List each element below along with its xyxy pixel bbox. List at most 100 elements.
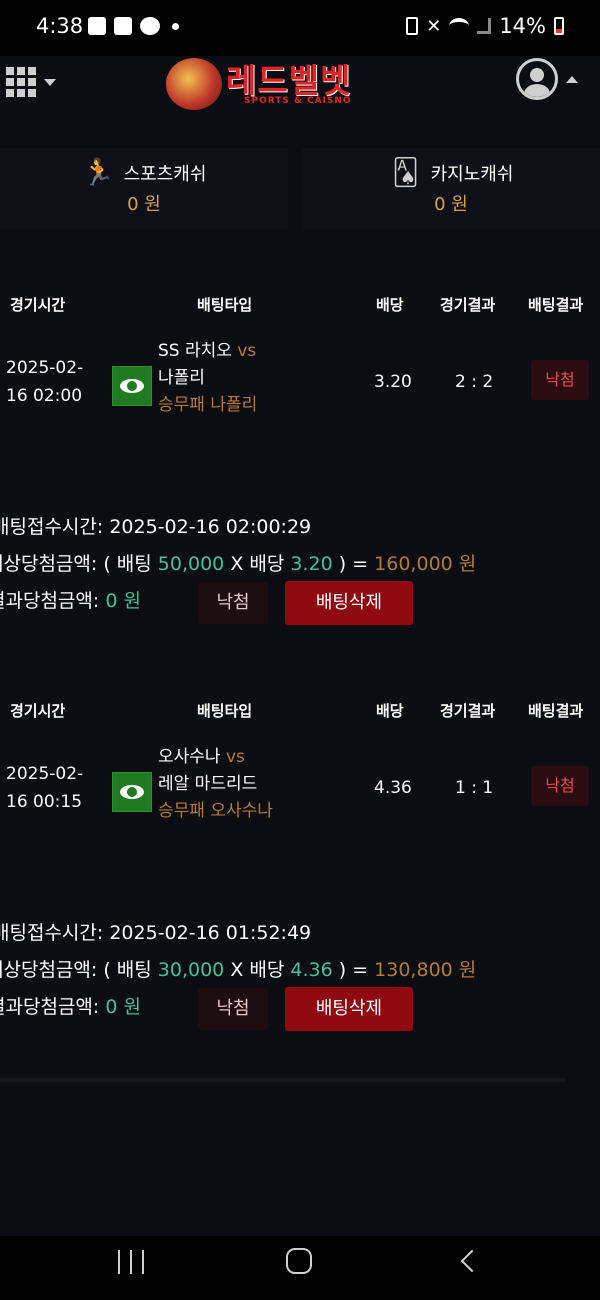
cloud-icon [140,17,160,35]
alert-icon [114,17,132,35]
actual-amount-label: 결과당첨금액: [0,996,100,1018]
expected-odds-value: 3.20 [290,553,333,575]
bet-pick: 승무패 오사수나 [158,801,273,821]
eye-icon [120,379,144,393]
away-team: 레알 마드리드 [158,774,258,794]
col-score: 경기결과 [440,296,496,314]
match-date-line1: 2025-02- [6,764,84,784]
stake-value: 50,000 [157,553,225,575]
equals-label: ) = [338,959,369,981]
expected-amount-value: 160,000 원 [374,553,477,575]
home-icon[interactable] [286,1248,312,1274]
equals-label: ) = [338,553,369,575]
chevron-down-icon [44,78,56,86]
status-left-icons [88,17,179,35]
app-content: 레드벨벳 SPORTS & CAISNO 🏃 스포츠캐쉬 0 원 🂡 카지노캐쉬… [0,56,600,1236]
col-result: 배팅결과 [528,702,584,720]
profile-button[interactable] [516,58,578,100]
table-header: 경기시간 배팅타입 배당 경기결과 배팅결과 [0,686,600,736]
stake-value: 30,000 [157,959,225,981]
accept-time-value: 2025-02-16 01:52:49 [109,922,312,944]
site-logo[interactable]: 레드벨벳 SPORTS & CAISNO [166,56,366,112]
col-time: 경기시간 [10,702,66,720]
grid-icon [6,67,36,97]
home-team: 오사수나 [158,747,221,767]
cards-icon: 🂡 [392,158,419,188]
dot-icon [172,22,179,30]
match-date: 2025-02- 16 00:15 [6,760,83,816]
runner-icon: 🏃 [82,158,115,188]
x-odds-label: X 배당 [230,553,285,575]
actual-amount-value: 0 원 [105,590,141,612]
table-header: 경기시간 배팅타입 배당 경기결과 배팅결과 [0,280,600,330]
mute-icon: ✕ [426,15,442,37]
col-result: 배팅결과 [528,296,584,314]
accept-time-label: 배팅접수시간: [0,922,104,944]
battery-percent: 14% [499,14,546,38]
actual-amount-line: 결과당첨금액: 0 원 [0,992,141,1019]
expected-odds-value: 4.36 [290,959,333,981]
odds-value: 3.20 [374,372,412,392]
user-avatar-icon [516,58,558,100]
lose-button[interactable]: 낙첨 [198,988,268,1030]
actual-amount-label: 결과당첨금액: [0,590,100,612]
menu-grid-button[interactable] [6,64,62,100]
delete-bet-button[interactable]: 배팅삭제 [285,987,413,1031]
casino-cash-label: 카지노캐쉬 [430,164,514,185]
expected-amount-line: 예상당첨금액: ( 배팅 50,000 X 배당 3.20 ) = 160,00… [0,549,476,576]
wifi-icon [449,18,470,34]
recent-apps-icon[interactable] [118,1250,144,1274]
signal-icon [477,18,492,34]
status-time: 4:38 [36,14,84,38]
chevron-up-icon [566,75,578,83]
logo-badge-image [166,58,222,110]
home-team: SS 라치오 [158,341,232,361]
col-odds: 배당 [376,702,404,720]
bet-pick: 승무패 나폴리 [158,395,258,415]
eye-icon [120,785,144,799]
actual-amount-value: 0 원 [105,996,141,1018]
lose-button[interactable]: 낙첨 [198,582,268,624]
sports-cash-box: 🏃 스포츠캐쉬 0 원 [0,148,288,230]
vs-label: vs [237,341,257,361]
view-details-button[interactable] [112,772,152,812]
match-info: 오사수나 vs 레알 마드리드 승무패 오사수나 [158,744,273,825]
result-badge: 낙첨 [531,360,589,400]
app-header: 레드벨벳 SPORTS & CAISNO [0,56,600,116]
bet-card: 경기시간 배팅타입 배당 경기결과 배팅결과 2025-02- 16 00:15… [0,686,600,1046]
saver-icon [406,17,419,35]
x-odds-label: X 배당 [230,959,285,981]
accept-time-line: 배팅접수시간: 2025-02-16 02:00:29 [0,512,311,539]
away-team: 나폴리 [158,368,205,388]
odds-value: 4.36 [374,778,412,798]
back-icon[interactable] [458,1248,480,1276]
sports-cash-value: 0 원 [127,194,161,215]
sports-cash-label: 스포츠캐쉬 [123,164,207,185]
delete-bet-button[interactable]: 배팅삭제 [285,581,413,625]
score-value: 2 : 2 [455,372,494,392]
gallery-icon [88,17,106,35]
logo-subtitle: SPORTS & CAISNO [244,96,352,106]
system-nav-bar [0,1236,600,1300]
content-divider [0,1078,565,1082]
logo-title: 레드벨벳 [226,61,352,100]
bet-row: 2025-02- 16 00:15 오사수나 vs 레알 마드리드 승무패 오사… [0,736,600,848]
accept-time-value: 2025-02-16 02:00:29 [109,516,312,538]
view-details-button[interactable] [112,366,152,406]
match-info: SS 라치오 vs 나폴리 승무패 나폴리 [158,338,257,419]
expected-label: 예상당첨금액: ( 배팅 [0,553,152,575]
col-time: 경기시간 [10,296,66,314]
match-date: 2025-02- 16 02:00 [6,354,83,410]
expected-amount-line: 예상당첨금액: ( 배팅 30,000 X 배당 4.36 ) = 130,80… [0,955,476,982]
status-right-icons: ✕ 14% [406,14,564,38]
bet-row: 2025-02- 16 02:00 SS 라치오 vs 나폴리 승무패 나폴리 … [0,330,600,442]
match-date-line2: 16 00:15 [6,792,83,812]
result-badge: 낙첨 [531,766,589,806]
casino-cash-value: 0 원 [434,194,468,215]
col-score: 경기결과 [440,702,496,720]
score-value: 1 : 1 [455,778,494,798]
expected-amount-value: 130,800 원 [374,959,477,981]
match-date-line1: 2025-02- [6,358,84,378]
status-bar: 4:38 ✕ 14% [0,0,600,56]
actual-amount-line: 결과당첨금액: 0 원 [0,586,141,613]
